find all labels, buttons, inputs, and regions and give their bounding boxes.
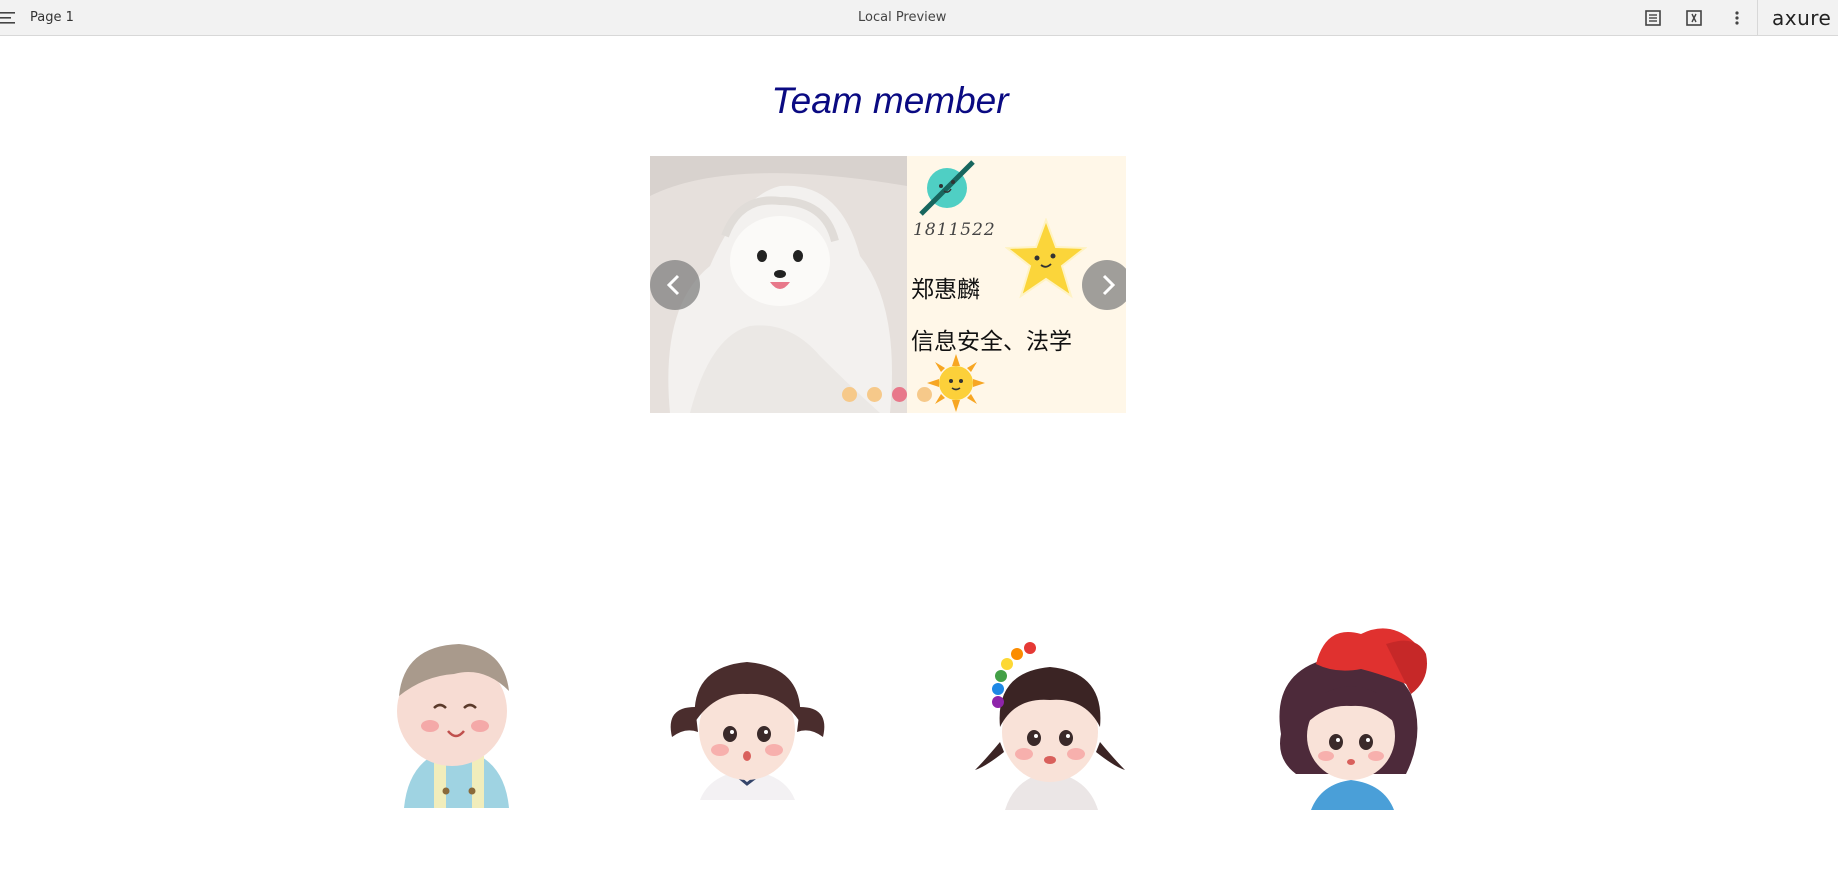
member-name: 郑惠麟	[911, 277, 980, 303]
inspect-icon[interactable]	[1684, 8, 1704, 28]
chevron-left-icon	[666, 274, 680, 296]
star-icon	[1005, 218, 1087, 299]
menu-icon[interactable]	[0, 10, 16, 26]
chevron-right-icon	[1102, 274, 1116, 296]
member-carousel: 1811522 郑惠麟 信息安全、法学	[650, 156, 1126, 413]
notes-icon[interactable]	[1643, 8, 1663, 28]
more-icon[interactable]	[1727, 8, 1747, 28]
app-title: Local Preview	[858, 10, 947, 25]
avatar-girl-short-hair[interactable]	[660, 652, 835, 800]
avatar-girl-red-bow[interactable]	[1266, 624, 1441, 810]
page-name[interactable]: Page 1	[30, 10, 74, 25]
next-button[interactable]	[1082, 260, 1126, 310]
carousel-dot-2[interactable]	[867, 387, 882, 402]
previous-button[interactable]	[650, 260, 700, 310]
preview-toolbar: Page 1 Local Preview axure	[0, 0, 1838, 36]
member-student-id: 1811522	[913, 220, 996, 240]
toolbar-divider	[1757, 0, 1758, 36]
carousel-dot-4[interactable]	[917, 387, 932, 402]
axure-logo[interactable]: axure	[1772, 6, 1831, 30]
planet-icon	[919, 160, 975, 216]
sun-icon	[927, 354, 985, 412]
avatar-baby-boy[interactable]	[364, 636, 544, 808]
page-heading: Team member	[771, 80, 1009, 121]
carousel-dot-1[interactable]	[842, 387, 857, 402]
carousel-dot-3[interactable]	[892, 387, 907, 402]
avatar-girl-rainbow-clips[interactable]	[970, 642, 1130, 810]
member-major: 信息安全、法学	[911, 329, 1072, 355]
